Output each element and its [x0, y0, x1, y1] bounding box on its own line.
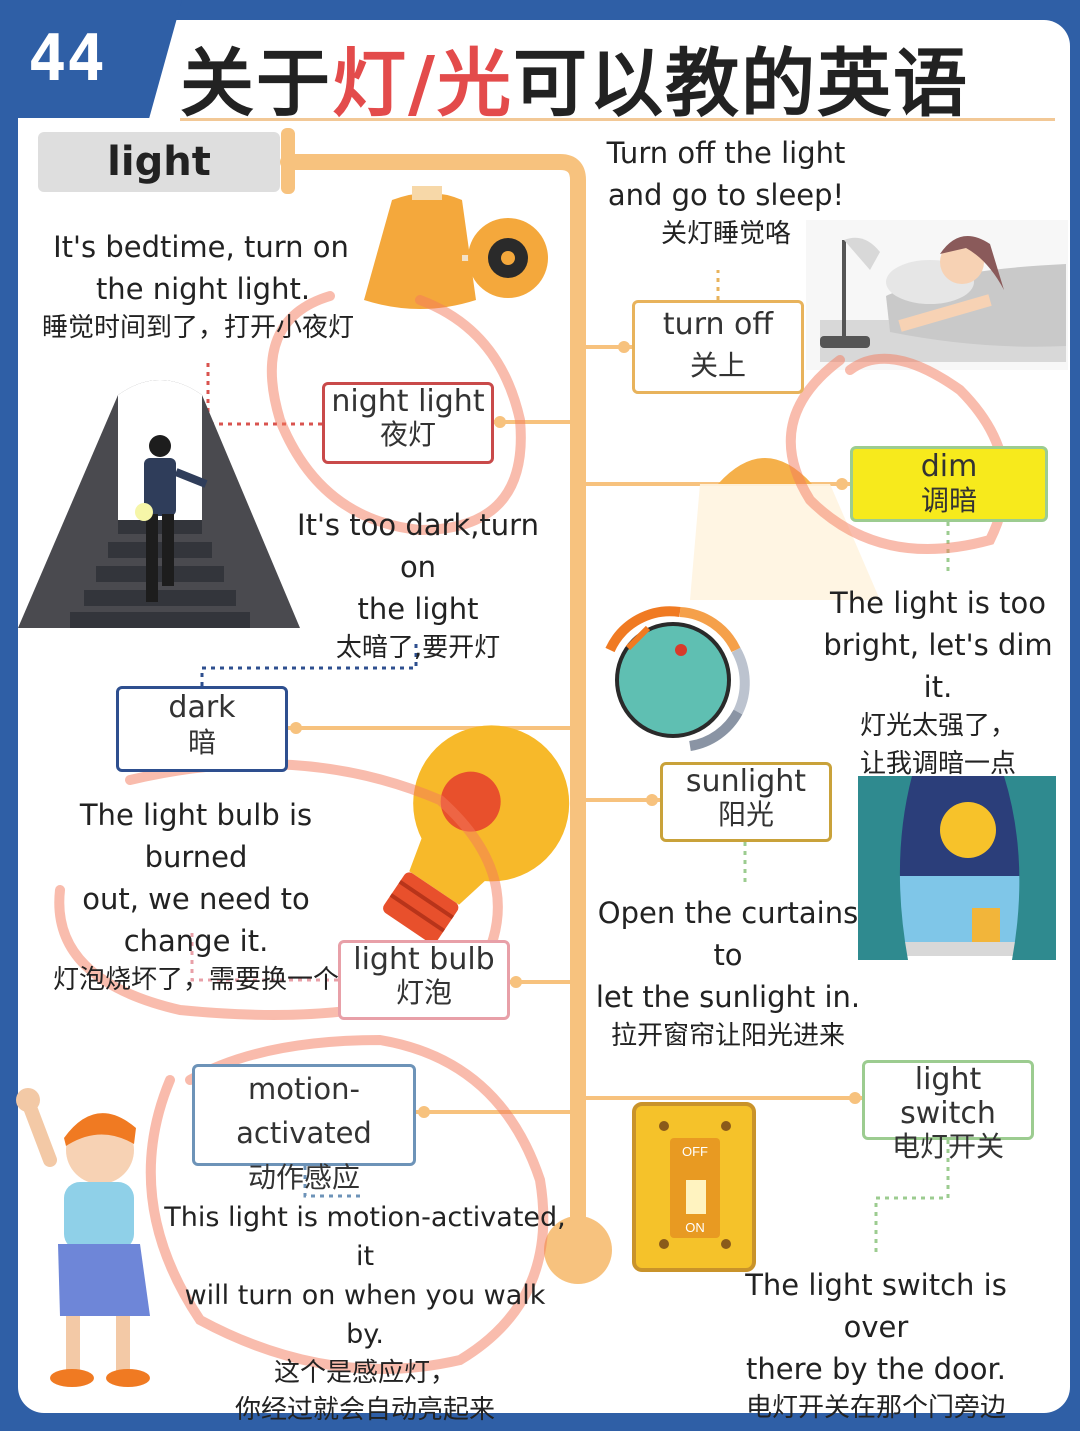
dark-sentence-en1: It's too dark,turn on	[297, 508, 539, 585]
sentence-light-switch: The light switch is over there by the do…	[718, 1264, 1034, 1428]
dark-sentence-zh1: 太暗了,要开灯	[335, 633, 501, 664]
sentence-light-bulb: The light bulb is burned out, we need to…	[26, 794, 366, 1000]
vocab-sunlight: sunlight 阳光	[660, 762, 832, 842]
dim-en: dim	[920, 449, 978, 484]
light-switch-en: light switch	[900, 1062, 996, 1131]
light-bulb-sentence-zh1: 灯泡烧坏了，需要换一个	[52, 965, 339, 996]
sunlight-sentence-zh1: 拉开窗帘让阳光进来	[610, 1021, 845, 1052]
dim-sentence-zh1: 灯光太强了，	[859, 711, 1016, 742]
light-switch-zh: 电灯开关	[891, 1130, 1004, 1163]
switch-on-label: ON	[685, 1220, 705, 1235]
dim-zh: 调暗	[920, 484, 977, 517]
wall-lamp-icon	[364, 186, 548, 309]
light-switch-sentence-en1: The light switch is over	[745, 1268, 1007, 1345]
dimmer-knob-icon	[605, 606, 750, 751]
turn-off-sentence-zh1: 关灯睡觉咯	[660, 219, 791, 250]
light-bulb-sentence-en2: out, we need to change it.	[82, 882, 310, 959]
motion-sentence-zh1: 这个是感应灯，	[273, 1357, 456, 1388]
light-switch-sentence-zh1: 电灯开关在那个门旁边	[745, 1393, 1006, 1424]
person-stairs-flashlight-icon	[18, 380, 300, 628]
vocab-dim: dim 调暗	[850, 446, 1048, 522]
dim-sentence-en2: bright, let's dim it.	[823, 628, 1053, 705]
turn-off-en: turn off	[662, 307, 774, 342]
motion-activated-en: motion-activated	[236, 1072, 372, 1150]
dim-sentence-en1: The light is too	[830, 586, 1046, 620]
dark-en: dark	[168, 690, 236, 725]
window-sun-curtains-icon	[858, 776, 1056, 960]
dim-sentence-zh2: 让我调暗一点	[859, 748, 1016, 779]
vocab-light-switch: light switch 电灯开关	[862, 1060, 1034, 1163]
motion-sentence-zh2: 你经过就会自动亮起来	[234, 1395, 495, 1426]
sentence-night-light: It's bedtime, turn on the night light. 睡…	[28, 226, 378, 348]
sentence-dim: The light is too bright, let's dim it. 灯…	[816, 582, 1060, 784]
dark-sentence-en2: the light	[357, 592, 479, 627]
turn-off-sentence-en1: Turn off the light	[606, 136, 846, 170]
sunlight-zh: 阳光	[717, 798, 774, 831]
vocab-night-light: night light 夜灯	[322, 382, 494, 464]
light-bulb-sentence-en1: The light bulb is burned	[79, 798, 313, 875]
switch-off-label: OFF	[682, 1144, 708, 1159]
sentence-dark: It's too dark,turn on the light 太暗了,要开灯	[288, 504, 548, 668]
motion-activated-zh: 动作感应	[247, 1161, 360, 1194]
waving-child-icon	[16, 1088, 150, 1387]
turn-off-zh: 关上	[689, 349, 746, 382]
vocab-dark: dark 暗	[116, 686, 288, 772]
dark-zh: 暗	[187, 726, 216, 759]
sunlight-sentence-en1: Open the curtains to	[597, 896, 859, 973]
sentence-turn-off: Turn off the light and go to sleep! 关灯睡觉…	[600, 132, 852, 254]
light-switch-sentence-en2: there by the door.	[746, 1352, 1006, 1387]
vocab-turn-off: turn off 关上	[632, 300, 804, 394]
motion-sentence-en2: will turn on when you walk by.	[184, 1280, 546, 1351]
night-light-en: night light	[331, 384, 485, 419]
sunlight-en: sunlight	[685, 764, 807, 799]
vocab-motion-activated: motion-activated 动作感应	[192, 1064, 416, 1194]
sentence-sunlight: Open the curtains to let the sunlight in…	[590, 892, 866, 1056]
sunlight-sentence-en2: let the sunlight in.	[595, 980, 861, 1015]
night-light-sentence-zh1: 睡觉时间到了，打开小夜灯	[41, 313, 354, 344]
turn-off-sentence-en2: and go to sleep!	[607, 178, 845, 213]
sentence-motion-activated: This light is motion-activated, it will …	[162, 1198, 568, 1430]
night-light-sentence-en1: It's bedtime, turn on	[53, 230, 349, 264]
motion-sentence-en1: This light is motion-activated, it	[164, 1202, 566, 1273]
night-light-zh: 夜灯	[379, 418, 436, 451]
night-light-sentence-en2: the night light.	[95, 272, 311, 307]
light-header: light	[38, 132, 280, 192]
wall-switch-icon: OFF ON	[632, 1102, 756, 1272]
